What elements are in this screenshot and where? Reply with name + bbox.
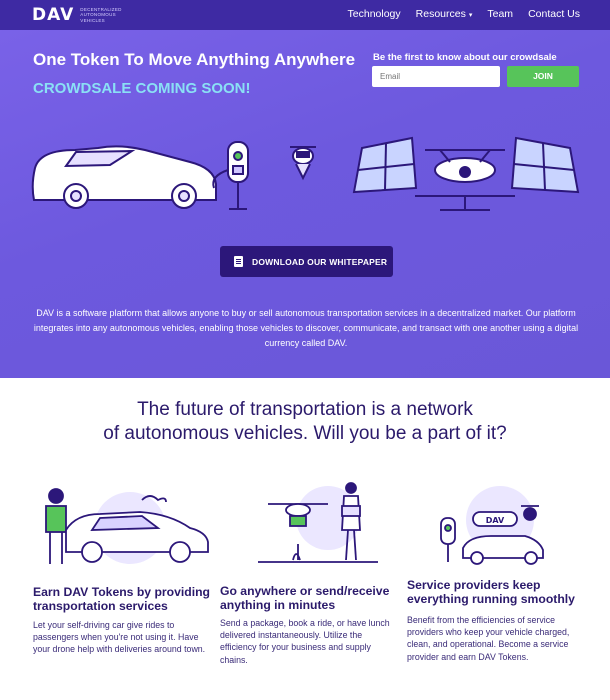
hero-illustration [31,136,580,211]
column-title-service: Service providers keep everything runnin… [407,578,575,606]
nav-links: Technology Resources ▾ Team Contact Us [348,8,580,20]
dav-badge-text: DAV [486,516,505,525]
document-icon [234,256,243,267]
column-title-go: Go anywhere or send/receive anything in … [220,584,390,612]
caret-down-icon: ▾ [468,12,473,19]
section-tagline: The future of transportation is a networ… [60,398,550,446]
robot-drone-illustration [290,146,316,181]
logo-sub-line: VEHICLES [80,17,105,23]
top-nav: DAV DECENTRALIZED AUTONOMOUS VEHICLES Te… [0,0,610,30]
column-text-go: Send a package, book a ride, or have lun… [220,618,390,665]
solar-drone-illustration [352,136,580,211]
column-text-service: Benefit from the efficiencies of service… [407,615,570,662]
email-field[interactable] [372,66,500,87]
nav-link-contact[interactable]: Contact Us [528,8,580,20]
nav-link-technology[interactable]: Technology [348,8,401,20]
hero-subtitle: CROWDSALE COMING SOON! [33,80,251,97]
tagline-line: of autonomous vehicles. Will you be a pa… [103,423,507,444]
column-title-earn: Earn DAV Tokens by providing transportat… [33,585,210,613]
logo-sub-line: AUTONOMOUS [80,12,116,18]
whitepaper-button-label: DOWNLOAD OUR WHITEPAPER [252,256,388,267]
hero-description: DAV is a software platform that allows a… [33,308,579,348]
tagline-line: The future of transportation is a networ… [137,399,473,420]
join-button[interactable]: JOIN [507,66,579,87]
delivery-illustration [258,482,378,563]
dav-logo[interactable]: DAV DECENTRALIZED AUTONOMOUS VEHICLES [32,5,122,25]
nav-link-team[interactable]: Team [487,8,513,20]
nav-link-resources[interactable]: Resources ▾ [416,8,473,20]
logo-mark: DAV [32,5,75,25]
download-whitepaper-button[interactable]: DOWNLOAD OUR WHITEPAPER [220,246,393,277]
hero-section: DAV DECENTRALIZED AUTONOMOUS VEHICLES Te… [0,0,610,378]
car-illustration [31,145,217,209]
nav-link-resources-label: Resources [415,8,466,20]
hero-title: One Token To Move Anything Anywhere [33,50,356,69]
logo-subtitle: DECENTRALIZED AUTONOMOUS VEHICLES [80,7,121,24]
charger-illustration [212,141,249,210]
earn-tokens-illustration [45,488,209,564]
column-text-earn: Let your self-driving car give rides to … [33,620,206,655]
service-providers-illustration: DAV [440,486,544,565]
signup-label: Be the first to know about our crowdsale [373,52,557,63]
